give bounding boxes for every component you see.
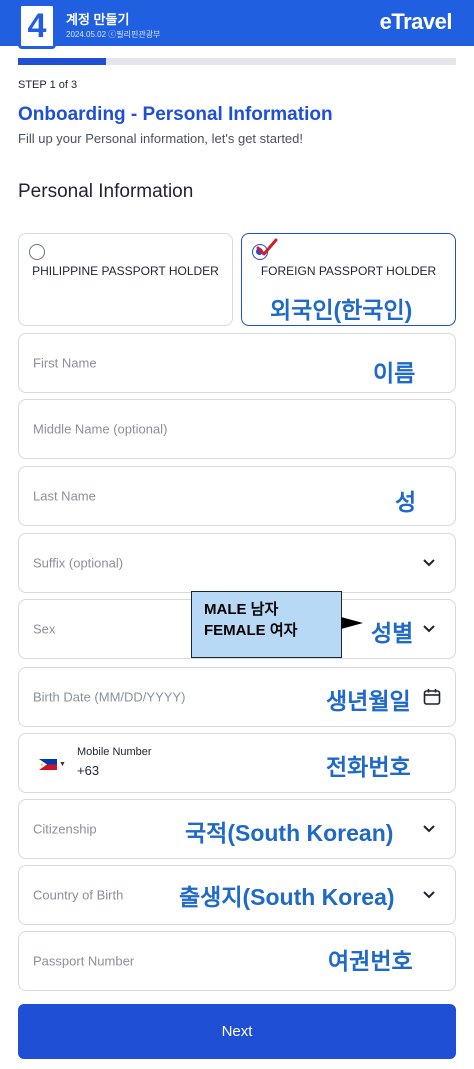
country-of-birth-select[interactable]: Country of Birth 출생지(South Korea) bbox=[18, 865, 456, 925]
mobile-number-field[interactable]: ▼ Mobile Number +63 전화번호 bbox=[18, 733, 456, 793]
first-name-placeholder: First Name bbox=[33, 355, 97, 371]
annotation-mobile: 전화번호 bbox=[326, 754, 411, 780]
suffix-select[interactable]: Suffix (optional) bbox=[18, 533, 456, 593]
first-name-field[interactable]: First Name 이름 bbox=[18, 333, 456, 393]
citizenship-placeholder: Citizenship bbox=[33, 821, 97, 837]
annotation-birth-date: 생년월일 bbox=[326, 688, 411, 714]
birth-date-placeholder: Birth Date (MM/DD/YYYY) bbox=[33, 689, 186, 705]
annotation-passport-number: 여권번호 bbox=[328, 948, 413, 974]
page-title: Onboarding - Personal Information bbox=[18, 104, 333, 125]
annotation-citizenship: 국적(South Korean) bbox=[185, 820, 394, 846]
middle-name-field[interactable]: Middle Name (optional) bbox=[18, 399, 456, 459]
middle-name-placeholder: Middle Name (optional) bbox=[33, 421, 168, 437]
chevron-down-icon[interactable] bbox=[423, 825, 435, 833]
annotation-sex: 성별 bbox=[371, 620, 414, 646]
sex-callout-box: MALE 남자 FEMALE 여자 bbox=[191, 591, 342, 658]
country-code-caret-icon[interactable]: ▼ bbox=[59, 761, 66, 768]
section-title: Personal Information bbox=[18, 181, 194, 202]
suffix-placeholder: Suffix (optional) bbox=[33, 555, 124, 571]
foreign-passport-option[interactable]: FOREIGN PASSPORT HOLDER 외국인(한국인) bbox=[241, 233, 456, 326]
annotation-foreigner: 외국인(한국인) bbox=[270, 297, 413, 323]
annotation-last-name: 성 bbox=[395, 489, 417, 515]
header-title: 계정 만들기 bbox=[66, 12, 130, 27]
chevron-down-icon[interactable] bbox=[423, 559, 435, 567]
header-subtitle: 2024.05.02 ⓒ필리핀관광부 bbox=[66, 30, 161, 39]
annotation-first-name: 이름 bbox=[373, 360, 416, 386]
step-number-badge: 4 bbox=[18, 3, 56, 49]
red-check-mark-icon bbox=[256, 238, 278, 256]
progress-fill bbox=[18, 58, 106, 65]
annotation-country-of-birth: 출생지(South Korea) bbox=[179, 884, 395, 910]
passport-number-placeholder: Passport Number bbox=[33, 953, 135, 969]
callout-arrow-icon bbox=[341, 617, 363, 629]
mobile-number-value[interactable]: +63 bbox=[77, 763, 99, 778]
citizenship-select[interactable]: Citizenship 국적(South Korean) bbox=[18, 799, 456, 859]
step-label: STEP 1 of 3 bbox=[18, 79, 78, 91]
birth-date-field[interactable]: Birth Date (MM/DD/YYYY) 생년월일 bbox=[18, 667, 456, 727]
last-name-field[interactable]: Last Name 성 bbox=[18, 466, 456, 526]
country-of-birth-placeholder: Country of Birth bbox=[33, 887, 124, 903]
next-button[interactable]: Next bbox=[18, 1004, 456, 1059]
calendar-icon[interactable] bbox=[423, 688, 441, 706]
app-header: 계정 만들기 2024.05.02 ⓒ필리핀관광부 eTravel bbox=[0, 0, 474, 46]
passport-number-field[interactable]: Passport Number 여권번호 bbox=[18, 931, 456, 991]
chevron-down-icon[interactable] bbox=[423, 625, 435, 633]
sex-placeholder: Sex bbox=[33, 621, 56, 637]
brand-logo: eTravel bbox=[379, 9, 453, 34]
last-name-placeholder: Last Name bbox=[33, 488, 96, 504]
option-label: FOREIGN PASSPORT HOLDER bbox=[260, 264, 437, 278]
radio-unchecked-icon[interactable] bbox=[29, 244, 45, 260]
option-label: PHILIPPINE PASSPORT HOLDER bbox=[32, 264, 219, 278]
philippine-passport-option[interactable]: PHILIPPINE PASSPORT HOLDER bbox=[18, 233, 233, 326]
callout-male: MALE 남자 bbox=[204, 601, 279, 618]
page-subtitle: Fill up your Personal information, let's… bbox=[18, 131, 304, 146]
mobile-number-label: Mobile Number bbox=[77, 746, 152, 758]
philippines-flag-icon[interactable] bbox=[39, 759, 57, 770]
callout-female: FEMALE 여자 bbox=[204, 622, 298, 639]
progress-bar bbox=[18, 58, 456, 65]
chevron-down-icon[interactable] bbox=[423, 891, 435, 899]
